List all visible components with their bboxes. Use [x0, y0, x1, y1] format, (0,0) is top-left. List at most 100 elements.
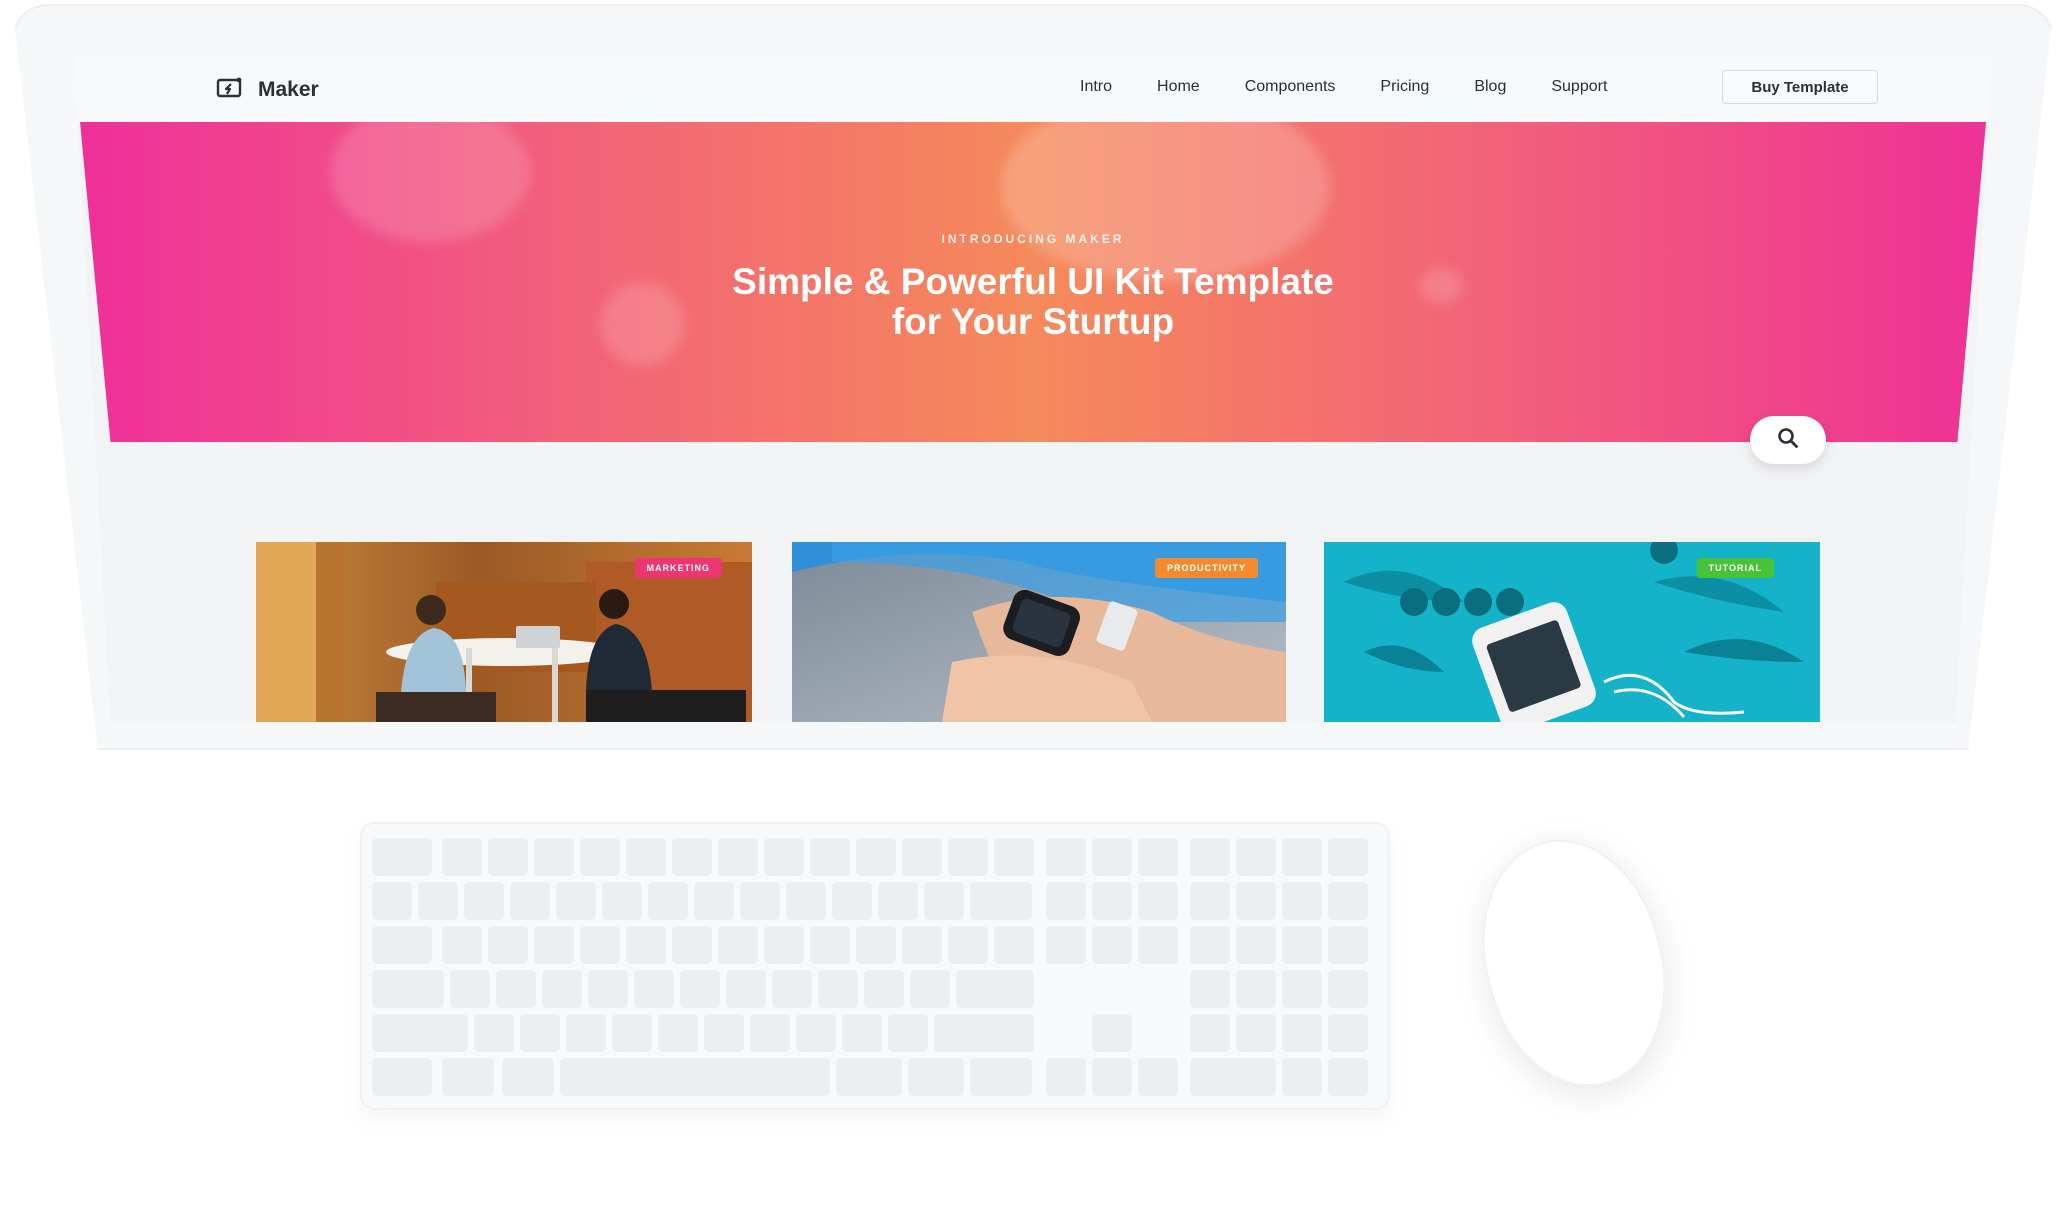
keyboard-key: [520, 1014, 560, 1052]
nav-item-home[interactable]: Home: [1157, 78, 1200, 96]
keyboard-key: [372, 1058, 432, 1096]
keyboard-key: [488, 838, 528, 876]
keyboard-key: [1190, 1058, 1276, 1096]
keyboard-key: [588, 970, 628, 1008]
keyboard-key: [442, 838, 482, 876]
keyboard-key: [796, 1014, 836, 1052]
keyboard-key: [924, 882, 964, 920]
keyboard-key: [510, 882, 550, 920]
keyboard-key: [372, 926, 432, 964]
post-card-marketing[interactable]: MARKETING: [256, 542, 752, 722]
post-card-productivity[interactable]: PRODUCTIVITY: [792, 542, 1286, 722]
keyboard-key: [786, 882, 826, 920]
keyboard-key: [680, 970, 720, 1008]
keyboard-key: [910, 970, 950, 1008]
maker-logo-icon: [216, 76, 244, 103]
keyboard-key: [442, 1058, 494, 1096]
keyboard-key: [718, 838, 758, 876]
keyboard-key: [1046, 1058, 1086, 1096]
category-badge[interactable]: PRODUCTIVITY: [1154, 558, 1258, 578]
keyboard-key: [612, 1014, 652, 1052]
keyboard-key: [372, 970, 444, 1008]
keyboard-key: [1328, 882, 1368, 920]
keyboard-key: [450, 970, 490, 1008]
keyboard-key: [1328, 1014, 1368, 1052]
keyboard-key: [1190, 926, 1230, 964]
category-badge[interactable]: TUTORIAL: [1696, 558, 1774, 578]
keyboard-key: [1190, 970, 1230, 1008]
keyboard-key: [372, 1014, 468, 1052]
keyboard-key: [764, 926, 804, 964]
keyboard-key: [970, 882, 1032, 920]
buy-template-button[interactable]: Buy Template: [1722, 70, 1878, 104]
keyboard-key: [534, 926, 574, 964]
keyboard-key: [634, 970, 674, 1008]
keyboard-key: [464, 882, 504, 920]
keyboard-key: [1282, 838, 1322, 876]
keyboard-key: [1190, 1014, 1230, 1052]
keyboard-key: [672, 926, 712, 964]
badge-label: PRODUCTIVITY: [1166, 563, 1246, 573]
keyboard-key: [1328, 970, 1368, 1008]
keyboard-key: [372, 882, 412, 920]
keyboard-key: [1092, 882, 1132, 920]
search-icon: [1776, 426, 1800, 455]
keyboard-key: [1138, 882, 1178, 920]
keyboard: [362, 824, 1388, 1108]
keyboard-key: [948, 926, 988, 964]
keyboard-key: [994, 926, 1034, 964]
brand-name: Maker: [258, 77, 319, 101]
keyboard-key: [772, 970, 812, 1008]
keyboard-key: [810, 926, 850, 964]
keyboard-key: [1138, 1058, 1178, 1096]
main-menu: Intro Home Components Pricing Blog Suppo…: [1080, 78, 1652, 96]
keyboard-key: [502, 1058, 554, 1096]
keyboard-key: [1282, 882, 1322, 920]
keyboard-key: [626, 838, 666, 876]
keyboard-key: [626, 926, 666, 964]
keyboard-key: [994, 838, 1034, 876]
keyboard-key: [908, 1058, 964, 1096]
keyboard-key: [580, 838, 620, 876]
keyboard-key: [1046, 926, 1086, 964]
keyboard-key: [810, 838, 850, 876]
hero-title-line-2: for Your Sturtup: [891, 301, 1175, 342]
keyboard-key: [818, 970, 858, 1008]
keyboard-key: [1092, 838, 1132, 876]
keyboard-key: [888, 1014, 928, 1052]
keyboard-key: [764, 838, 804, 876]
hero-title-line-1: Simple & Powerful UI Kit Template: [732, 261, 1334, 302]
nav-item-pricing[interactable]: Pricing: [1380, 78, 1429, 96]
keyboard-key: [566, 1014, 606, 1052]
keyboard-key: [602, 882, 642, 920]
keyboard-key: [836, 1058, 902, 1096]
nav-item-support[interactable]: Support: [1551, 78, 1607, 96]
keyboard-key: [1190, 882, 1230, 920]
keyboard-key: [648, 882, 688, 920]
keyboard-key: [902, 838, 942, 876]
badge-label: TUTORIAL: [1708, 563, 1762, 573]
keyboard-key: [672, 838, 712, 876]
monitor-screen: Maker Intro Home Components Pricing Blog…: [74, 56, 1992, 722]
keyboard-key: [1190, 838, 1230, 876]
keyboard-key: [556, 882, 596, 920]
category-badge[interactable]: MARKETING: [634, 558, 722, 578]
keyboard-key: [1236, 970, 1276, 1008]
nav-item-components[interactable]: Components: [1245, 78, 1336, 96]
mouse: [1458, 820, 1690, 1106]
nav-item-intro[interactable]: Intro: [1080, 78, 1112, 96]
keyboard-key: [864, 970, 904, 1008]
keyboard-key: [1328, 838, 1368, 876]
keyboard-key: [658, 1014, 698, 1052]
keyboard-key: [1236, 838, 1276, 876]
top-navbar: Maker Intro Home Components Pricing Blog…: [74, 56, 1992, 122]
nav-item-blog[interactable]: Blog: [1474, 78, 1506, 96]
post-card-tutorial[interactable]: TUTORIAL: [1324, 542, 1820, 722]
keyboard-key: [934, 1014, 1034, 1052]
brand-logo[interactable]: Maker: [216, 76, 319, 103]
keyboard-key: [1282, 970, 1322, 1008]
keyboard-key: [1138, 838, 1178, 876]
keyboard-key: [704, 1014, 744, 1052]
keyboard-key: [750, 1014, 790, 1052]
search-button[interactable]: [1750, 416, 1826, 464]
